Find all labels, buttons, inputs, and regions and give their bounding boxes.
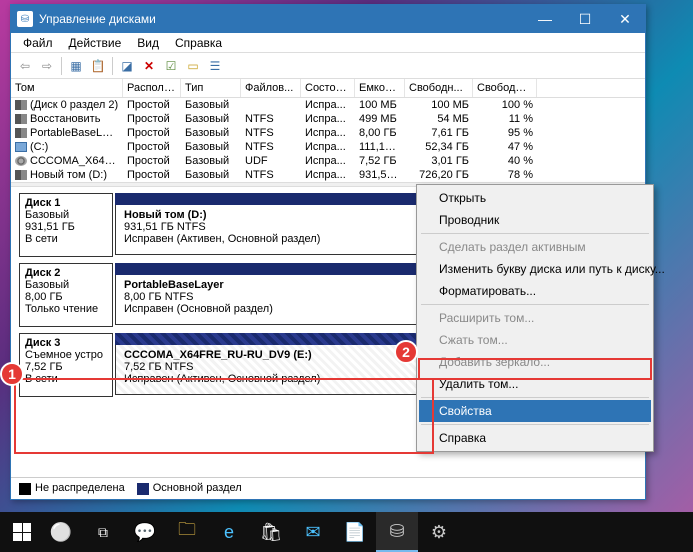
- cm-mirror[interactable]: Добавить зеркало...: [419, 351, 651, 373]
- col-freepct[interactable]: Свободно %: [473, 79, 537, 97]
- window-title: Управление дисками: [39, 12, 525, 26]
- disk-info[interactable]: Диск 1Базовый931,51 ГБВ сети: [19, 193, 113, 257]
- grid-header: Том Располо... Тип Файлов... Состоя... Е…: [11, 79, 645, 98]
- minimize-button[interactable]: —: [525, 5, 565, 33]
- volume-row[interactable]: PortableBaseLayer ПростойБазовый NTFSИсп…: [11, 126, 645, 140]
- menu-help[interactable]: Справка: [167, 34, 230, 52]
- taskbar-app-diskmgmt[interactable]: ⛁: [376, 512, 418, 552]
- cm-help[interactable]: Справка: [419, 427, 651, 449]
- start-button[interactable]: [4, 514, 40, 550]
- volume-row[interactable]: (Диск 0 раздел 2) ПростойБазовый Испра..…: [11, 98, 645, 112]
- properties-icon[interactable]: ◪: [117, 56, 137, 76]
- taskbar-app-notepad[interactable]: 📄: [334, 512, 376, 552]
- legend: Не распределена Основной раздел: [11, 477, 645, 499]
- annotation-1: 1: [0, 362, 24, 386]
- cm-extend[interactable]: Расширить том...: [419, 307, 651, 329]
- taskbar-app-settings[interactable]: ⚙: [418, 512, 460, 552]
- panel-icon[interactable]: ▦: [66, 56, 86, 76]
- volume-row[interactable]: (C:) ПростойБазовый NTFSИспра... 111,19 …: [11, 140, 645, 154]
- volume-row[interactable]: Новый том (D:) ПростойБазовый NTFSИспра.…: [11, 168, 645, 182]
- volume-row[interactable]: Восстановить ПростойБазовый NTFSИспра...…: [11, 112, 645, 126]
- legend-unallocated: Не распределена: [35, 482, 125, 494]
- forward-icon[interactable]: ⇨: [37, 56, 57, 76]
- menu-view[interactable]: Вид: [129, 34, 167, 52]
- disk-info[interactable]: Диск 3Съемное устро7,52 ГБВ сети: [19, 333, 113, 397]
- toolbar: ⇦ ⇨ ▦ 📋 ◪ ✕ ☑ ▭ ☰: [11, 53, 645, 79]
- taskbar-app-store[interactable]: 🛍: [250, 512, 292, 552]
- col-free[interactable]: Свободн...: [405, 79, 473, 97]
- task-view-icon[interactable]: ⧉: [82, 512, 124, 552]
- col-layout[interactable]: Располо...: [123, 79, 181, 97]
- search-icon[interactable]: ⚪: [40, 512, 82, 552]
- taskbar-app-chat[interactable]: 💬: [124, 512, 166, 552]
- refresh-icon[interactable]: 📋: [88, 56, 108, 76]
- col-fs[interactable]: Файлов...: [241, 79, 301, 97]
- volume-list: Том Располо... Тип Файлов... Состоя... Е…: [11, 79, 645, 182]
- back-icon[interactable]: ⇦: [15, 56, 35, 76]
- cm-delete[interactable]: Удалить том...: [419, 373, 651, 395]
- list-icon[interactable]: ☰: [205, 56, 225, 76]
- maximize-button[interactable]: ☐: [565, 5, 605, 33]
- volume-row[interactable]: CCCOMA_X64FRE... ПростойБазовый UDFИспра…: [11, 154, 645, 168]
- cm-open[interactable]: Открыть: [419, 187, 651, 209]
- app-icon: ⛁: [17, 11, 33, 27]
- menu-file[interactable]: Файл: [15, 34, 61, 52]
- menubar: Файл Действие Вид Справка: [11, 33, 645, 53]
- delete-icon[interactable]: ✕: [139, 56, 159, 76]
- disk-info[interactable]: Диск 2Базовый8,00 ГБТолько чтение: [19, 263, 113, 327]
- cm-explorer[interactable]: Проводник: [419, 209, 651, 231]
- cm-active[interactable]: Сделать раздел активным: [419, 236, 651, 258]
- cm-change-letter[interactable]: Изменить букву диска или путь к диску...: [419, 258, 651, 280]
- taskbar: ⚪ ⧉ 💬 🗀 e 🛍 ✉ 📄 ⛁ ⚙: [0, 512, 693, 552]
- taskbar-app-mail[interactable]: ✉: [292, 512, 334, 552]
- annotation-2: 2: [394, 340, 418, 364]
- close-button[interactable]: ✕: [605, 5, 645, 33]
- cm-properties[interactable]: Свойства: [419, 400, 651, 422]
- context-menu: Открыть Проводник Сделать раздел активны…: [416, 184, 654, 452]
- cm-shrink[interactable]: Сжать том...: [419, 329, 651, 351]
- new-icon[interactable]: ▭: [183, 56, 203, 76]
- legend-primary: Основной раздел: [153, 482, 242, 494]
- col-status[interactable]: Состоя...: [301, 79, 355, 97]
- titlebar[interactable]: ⛁ Управление дисками — ☐ ✕: [11, 5, 645, 33]
- cm-format[interactable]: Форматировать...: [419, 280, 651, 302]
- col-volume[interactable]: Том: [11, 79, 123, 97]
- menu-action[interactable]: Действие: [61, 34, 130, 52]
- col-capacity[interactable]: Емкость: [355, 79, 405, 97]
- col-type[interactable]: Тип: [181, 79, 241, 97]
- taskbar-app-explorer[interactable]: 🗀: [166, 512, 208, 552]
- taskbar-app-edge[interactable]: e: [208, 512, 250, 552]
- checklist-icon[interactable]: ☑: [161, 56, 181, 76]
